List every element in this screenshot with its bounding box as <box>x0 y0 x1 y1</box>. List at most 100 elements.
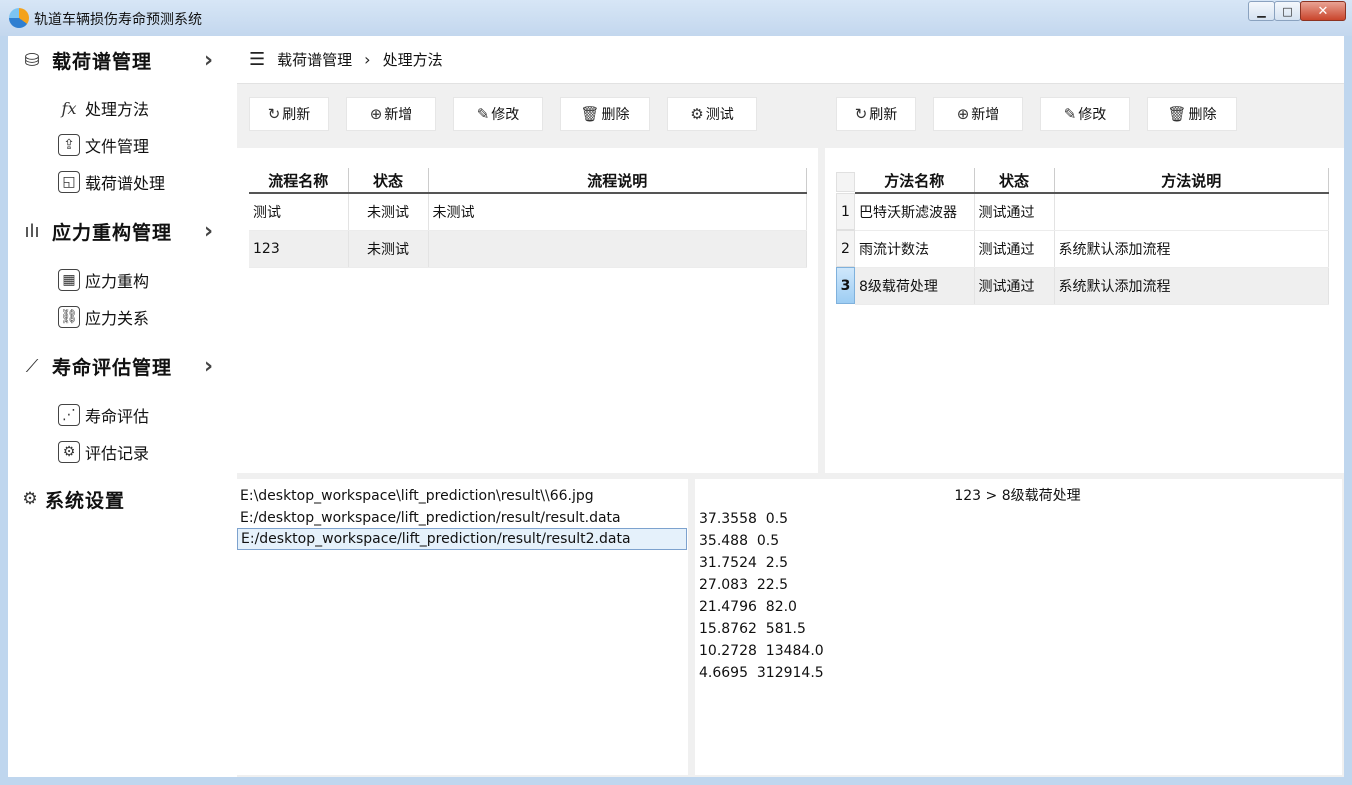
row-number-selected[interactable]: 3 <box>836 267 855 304</box>
sidebar-item-stress-reconstruct[interactable]: ▦ 应力重构 <box>58 265 149 295</box>
sidebar-item-stress-relation[interactable]: ⛓ 应力关系 <box>58 302 149 332</box>
method-delete-button[interactable]: 🗑 删除 <box>1147 97 1237 131</box>
cell-status: 测试通过 <box>974 193 1055 231</box>
method-refresh-button[interactable]: ↻ 刷新 <box>836 97 916 131</box>
row-header-corner <box>836 172 855 192</box>
column-header[interactable]: 流程名称 <box>249 168 349 194</box>
output-title: 123 > 8级载荷处理 <box>954 488 1081 504</box>
sidebar-category-label: 应力重构管理 <box>52 221 173 244</box>
output-line: 21.4796 82.0 <box>699 599 797 615</box>
button-label: 刷新 <box>282 107 311 123</box>
flow-delete-button[interactable]: 🗑 删除 <box>560 97 650 131</box>
function-icon: fx <box>61 98 77 118</box>
flow-add-button[interactable]: ⊕ 新增 <box>346 97 436 131</box>
sidebar: ⛁ 载荷谱管理 › fx 处理方法 ⇪ 文件管理 ◱ 载荷谱处理 ılı 应力重… <box>8 36 237 777</box>
flow-edit-button[interactable]: ✎ 修改 <box>453 97 543 131</box>
button-label: 删除 <box>1188 107 1217 123</box>
chevron-right-icon[interactable]: › <box>204 48 213 73</box>
cell-name: 123 <box>249 230 349 268</box>
folder-gear-icon: ⛁ <box>24 49 40 71</box>
row-number[interactable]: 1 <box>836 193 855 230</box>
sidebar-category-label: 载荷谱管理 <box>52 50 153 73</box>
minimize-button[interactable]: ▁ <box>1248 1 1275 21</box>
trash-icon: 🗑 <box>580 105 600 123</box>
flow-toolbar: ↻ 刷新 ⊕ 新增 ✎ 修改 🗑 删除 ⚙ 测试 <box>249 97 774 131</box>
method-edit-button[interactable]: ✎ 修改 <box>1040 97 1130 131</box>
cell-status: 未测试 <box>348 230 429 268</box>
menu-toggle-icon[interactable]: ☰ <box>249 49 265 70</box>
column-header[interactable]: 方法名称 <box>855 168 975 194</box>
line-chart-icon: ⟋ <box>25 355 39 377</box>
table-row[interactable]: 巴特沃斯滤波器 测试通过 <box>855 193 1329 231</box>
column-header[interactable]: 流程说明 <box>428 168 807 194</box>
sidebar-item-life-assessment[interactable]: ⋰ 寿命评估 <box>58 400 149 430</box>
table-row[interactable]: 雨流计数法 测试通过 系统默认添加流程 <box>855 230 1329 268</box>
flow-table-panel: 流程名称 状态 流程说明 测试 未测试 未测试 123 未测试 <box>237 148 818 473</box>
output-panel: 123 > 8级载荷处理 37.3558 0.5 35.488 0.5 31.7… <box>695 479 1342 775</box>
sidebar-item-assessment-record[interactable]: ⚙ 评估记录 <box>58 437 149 467</box>
cell-desc: 系统默认添加流程 <box>1054 230 1329 268</box>
waveform-icon: ılı <box>24 220 40 242</box>
cell-name: 巴特沃斯滤波器 <box>855 193 975 231</box>
sidebar-item-file-management[interactable]: ⇪ 文件管理 <box>58 130 149 160</box>
sidebar-category-stress-reconstruction[interactable]: ılı 应力重构管理 › <box>8 209 237 253</box>
flow-test-button[interactable]: ⚙ 测试 <box>667 97 757 131</box>
output-line: 37.3558 0.5 <box>699 511 789 527</box>
client-area: ⛁ 载荷谱管理 › fx 处理方法 ⇪ 文件管理 ◱ 载荷谱处理 ılı 应力重… <box>8 36 1344 777</box>
edit-icon: ✎ <box>476 105 490 123</box>
column-header[interactable]: 方法说明 <box>1054 168 1329 194</box>
method-toolbar: ↻ 刷新 ⊕ 新增 ✎ 修改 🗑 删除 <box>836 97 1254 131</box>
sidebar-category-label: 系统设置 <box>45 489 126 512</box>
window-title: 轨道车辆损伤寿命预测系统 <box>34 12 202 28</box>
row-number[interactable]: 2 <box>836 230 855 267</box>
sidebar-item-label: 文件管理 <box>85 137 150 156</box>
cell-status: 未测试 <box>348 193 429 231</box>
trend-icon: ⋰ <box>58 404 80 426</box>
method-add-button[interactable]: ⊕ 新增 <box>933 97 1023 131</box>
chart-window-icon: ◱ <box>58 171 80 193</box>
output-line: 27.083 22.5 <box>699 577 789 593</box>
title-bar: 轨道车辆损伤寿命预测系统 ▁ □ ✕ <box>0 0 1352 36</box>
maximize-button[interactable]: □ <box>1274 1 1301 21</box>
close-button[interactable]: ✕ <box>1300 1 1346 21</box>
cell-status: 测试通过 <box>974 267 1055 305</box>
flow-table: 流程名称 状态 流程说明 测试 未测试 未测试 123 未测试 <box>249 168 807 268</box>
column-header[interactable]: 状态 <box>974 168 1055 194</box>
table-row-selected[interactable]: 8级载荷处理 测试通过 系统默认添加流程 <box>855 267 1329 305</box>
sidebar-item-processing-method[interactable]: fx 处理方法 <box>58 93 150 123</box>
sidebar-category-load-spectrum[interactable]: ⛁ 载荷谱管理 › <box>8 38 237 82</box>
sidebar-category-label: 寿命评估管理 <box>52 356 173 379</box>
file-list-item-selected[interactable]: E:/desktop_workspace/lift_prediction/res… <box>237 528 687 550</box>
sidebar-item-spectrum-processing[interactable]: ◱ 载荷谱处理 <box>58 167 165 197</box>
file-list-panel: E:\desktop_workspace\lift_prediction\res… <box>237 479 688 775</box>
column-header[interactable]: 状态 <box>348 168 429 194</box>
chevron-right-icon[interactable]: › <box>204 219 213 244</box>
breadcrumb: ☰ 载荷谱管理 › 处理方法 <box>237 36 1344 84</box>
file-list-item[interactable]: E:/desktop_workspace/lift_prediction/res… <box>237 507 687 529</box>
button-label: 修改 <box>491 107 520 123</box>
button-label: 新增 <box>971 107 1000 123</box>
cell-status: 测试通过 <box>974 230 1055 268</box>
gear-icon: ⚙ <box>690 105 704 123</box>
button-label: 测试 <box>705 107 734 123</box>
button-label: 刷新 <box>869 107 898 123</box>
cell-desc <box>428 230 807 268</box>
add-icon: ⊕ <box>369 105 383 123</box>
file-list-item[interactable]: E:\desktop_workspace\lift_prediction\res… <box>237 485 687 507</box>
sidebar-item-label: 载荷谱处理 <box>85 174 166 193</box>
method-table: 方法名称 状态 方法说明 巴特沃斯滤波器 测试通过 雨流计数法 测试通过 系统默… <box>855 168 1329 305</box>
gear-record-icon: ⚙ <box>58 441 80 463</box>
table-row[interactable]: 测试 未测试 未测试 <box>249 193 807 231</box>
flow-refresh-button[interactable]: ↻ 刷新 <box>249 97 329 131</box>
cell-desc: 系统默认添加流程 <box>1054 267 1329 305</box>
grid-icon: ▦ <box>58 269 80 291</box>
refresh-icon: ↻ <box>267 105 281 123</box>
chevron-right-icon[interactable]: › <box>204 354 213 379</box>
sidebar-category-life-assessment[interactable]: ⟋ 寿命评估管理 › <box>8 344 237 388</box>
sidebar-category-system-settings[interactable]: ⚙ 系统设置 <box>8 477 237 521</box>
breadcrumb-root[interactable]: 载荷谱管理 <box>277 49 352 70</box>
output-line: 31.7524 2.5 <box>699 555 789 571</box>
link-icon: ⛓ <box>58 306 80 328</box>
refresh-icon: ↻ <box>854 105 868 123</box>
table-row[interactable]: 123 未测试 <box>249 230 807 268</box>
